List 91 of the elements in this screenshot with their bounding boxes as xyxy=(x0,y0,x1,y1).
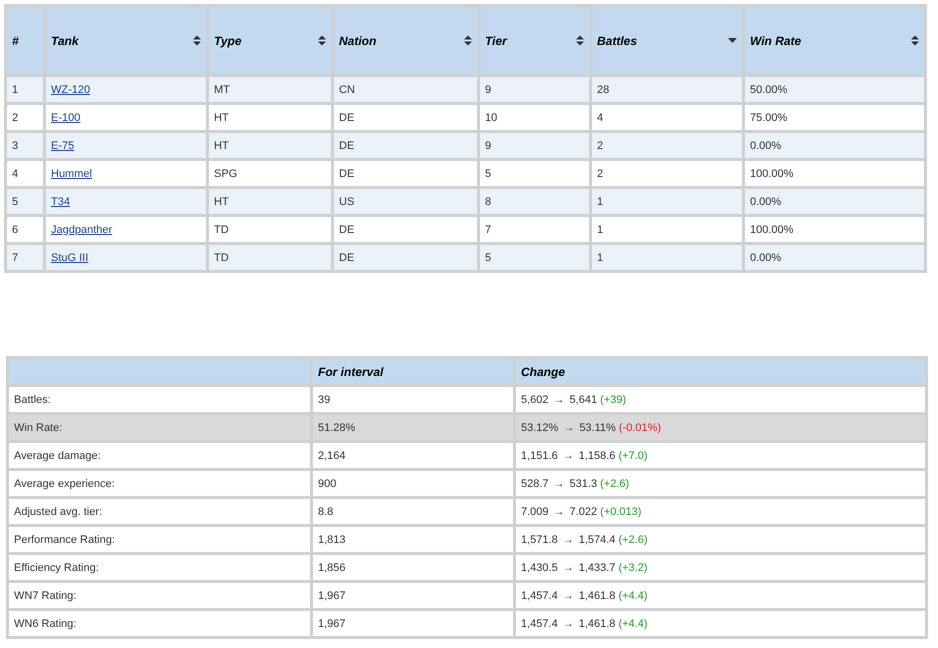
table-cell: 9 xyxy=(478,132,590,160)
table-cell: 3 xyxy=(6,132,44,160)
change-cell: 7.009 → 7.022 (+0.013) xyxy=(514,498,926,526)
table-cell: 1,967 xyxy=(312,582,514,610)
sort-icon xyxy=(464,35,472,46)
change-cell: 1,457.4 → 1,461.8 (+4.4) xyxy=(514,582,926,610)
row-label: Win Rate: xyxy=(8,414,312,442)
table-cell: 2,164 xyxy=(312,442,514,470)
table-cell: 1 xyxy=(590,244,744,272)
sort-icon xyxy=(193,35,201,46)
table-cell: DE xyxy=(332,132,478,160)
table-cell: 39 xyxy=(312,386,514,414)
sort-descending-icon xyxy=(728,38,737,43)
change-cell: 528.7 → 531.3 (+2.6) xyxy=(514,470,926,498)
table-cell: 7 xyxy=(6,244,44,272)
table-cell: 5 xyxy=(6,188,44,216)
table-cell: HT xyxy=(208,104,332,132)
table-cell: 8.8 xyxy=(312,498,514,526)
change-cell: 1,571.8 → 1,574.4 (+2.6) xyxy=(514,526,926,554)
row-label: Adjusted avg. tier: xyxy=(8,498,312,526)
table-cell: 2 xyxy=(6,104,44,132)
table-cell: MT xyxy=(208,76,332,104)
table-cell: 2 xyxy=(590,132,744,160)
table-cell: CN xyxy=(332,76,478,104)
tank-link[interactable]: WZ-120 xyxy=(51,84,90,96)
table-cell: 900 xyxy=(312,470,514,498)
column-header[interactable]: Win Rate xyxy=(744,6,926,76)
table-cell: 4 xyxy=(590,104,744,132)
change-cell: 1,151.6 → 1,158.6 (+7.0) xyxy=(514,442,926,470)
sort-icon xyxy=(318,35,326,46)
table-cell: 51.28% xyxy=(312,414,514,442)
table-cell: 1 xyxy=(590,216,744,244)
table-cell: 5 xyxy=(478,244,590,272)
tank-link[interactable]: Hummel xyxy=(51,168,92,180)
table-cell: 100.00% xyxy=(744,216,926,244)
table-cell: 5 xyxy=(478,160,590,188)
table-cell: 0.00% xyxy=(744,244,926,272)
change-cell: 1,430.5 → 1,433.7 (+3.2) xyxy=(514,554,926,582)
table-cell: 50.00% xyxy=(744,76,926,104)
column-header: Change xyxy=(514,358,926,386)
row-label: Average damage: xyxy=(8,442,312,470)
table-cell: 1,967 xyxy=(312,610,514,638)
table-cell: DE xyxy=(332,104,478,132)
column-header: For interval xyxy=(312,358,514,386)
table-cell: 4 xyxy=(6,160,44,188)
table-cell: 0.00% xyxy=(744,132,926,160)
table-cell: 6 xyxy=(6,216,44,244)
table-cell: HT xyxy=(208,132,332,160)
table-cell: 7 xyxy=(478,216,590,244)
row-label: Efficiency Rating: xyxy=(8,554,312,582)
table-cell: 0.00% xyxy=(744,188,926,216)
tank-link[interactable]: Jagdpanther xyxy=(51,224,112,236)
table-cell: DE xyxy=(332,160,478,188)
column-header[interactable]: # xyxy=(6,6,44,76)
table-cell: US xyxy=(332,188,478,216)
column-header[interactable]: Battles xyxy=(590,6,744,76)
table-cell: DE xyxy=(332,244,478,272)
row-label: Average experience: xyxy=(8,470,312,498)
row-label: WN6 Rating: xyxy=(8,610,312,638)
column-header[interactable]: Tier xyxy=(478,6,590,76)
table-cell: 10 xyxy=(478,104,590,132)
table-cell: SPG xyxy=(208,160,332,188)
sort-icon xyxy=(911,35,919,46)
table-cell: 1 xyxy=(6,76,44,104)
table-cell: 1,856 xyxy=(312,554,514,582)
column-header[interactable]: Tank xyxy=(44,6,208,76)
table-cell: 9 xyxy=(478,76,590,104)
row-label: WN7 Rating: xyxy=(8,582,312,610)
row-label: Battles: xyxy=(8,386,312,414)
table-cell: 8 xyxy=(478,188,590,216)
table-cell: 100.00% xyxy=(744,160,926,188)
table-cell: DE xyxy=(332,216,478,244)
change-cell: 53.12% → 53.11% (-0.01%) xyxy=(514,414,926,442)
table-cell: HT xyxy=(208,188,332,216)
column-header[interactable]: Type xyxy=(208,6,332,76)
tank-link[interactable]: T34 xyxy=(51,196,70,208)
table-cell: 1,813 xyxy=(312,526,514,554)
change-cell: 1,457.4 → 1,461.8 (+4.4) xyxy=(514,610,926,638)
table-cell: TD xyxy=(208,216,332,244)
column-header[interactable]: Nation xyxy=(332,6,478,76)
sort-icon xyxy=(576,35,584,46)
table-cell: TD xyxy=(208,244,332,272)
tank-link[interactable]: StuG III xyxy=(51,252,88,264)
change-cell: 5,602 → 5,641 (+39) xyxy=(514,386,926,414)
tank-link[interactable]: E-100 xyxy=(51,112,80,124)
tank-link[interactable]: E-75 xyxy=(51,140,74,152)
table-cell: 75.00% xyxy=(744,104,926,132)
table-cell: 2 xyxy=(590,160,744,188)
table-cell: 1 xyxy=(590,188,744,216)
row-label: Performance Rating: xyxy=(8,526,312,554)
table-cell: 28 xyxy=(590,76,744,104)
